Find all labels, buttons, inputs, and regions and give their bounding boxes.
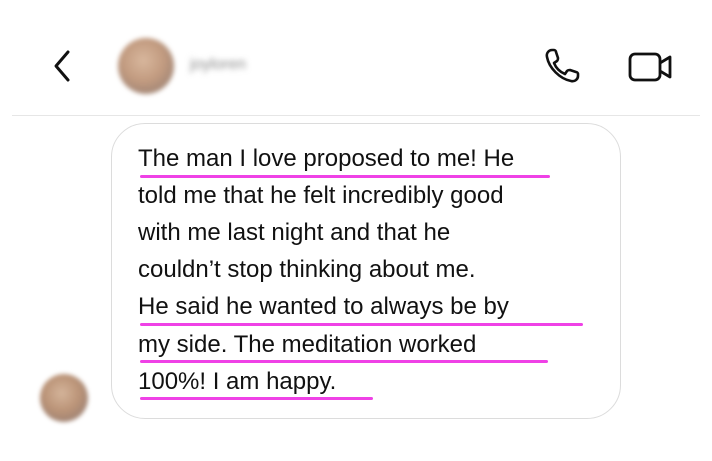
chevron-left-icon[interactable]: [48, 46, 78, 86]
header-divider: [12, 115, 700, 116]
highlight-underline: [140, 323, 583, 326]
phone-icon[interactable]: [540, 44, 584, 88]
message-line: He said he wanted to always be by: [138, 293, 509, 320]
message-line: 100%! I am happy.: [138, 368, 337, 395]
message-line: couldn’t stop thinking about me.: [138, 256, 476, 283]
highlight-underline: [140, 175, 550, 178]
message-line: told me that he felt incredibly good: [138, 182, 504, 209]
message-line: my side. The meditation worked: [138, 331, 477, 358]
highlight-underline: [140, 397, 373, 400]
message-line: The man I love proposed to me! He: [138, 145, 515, 172]
chat-header: joyloren: [0, 0, 712, 115]
video-camera-icon[interactable]: [626, 48, 676, 86]
avatar[interactable]: [118, 38, 174, 94]
highlight-underline: [140, 360, 548, 363]
contact-username[interactable]: joyloren: [190, 56, 310, 78]
sender-avatar[interactable]: [40, 374, 88, 422]
message-line: with me last night and that he: [138, 219, 451, 246]
